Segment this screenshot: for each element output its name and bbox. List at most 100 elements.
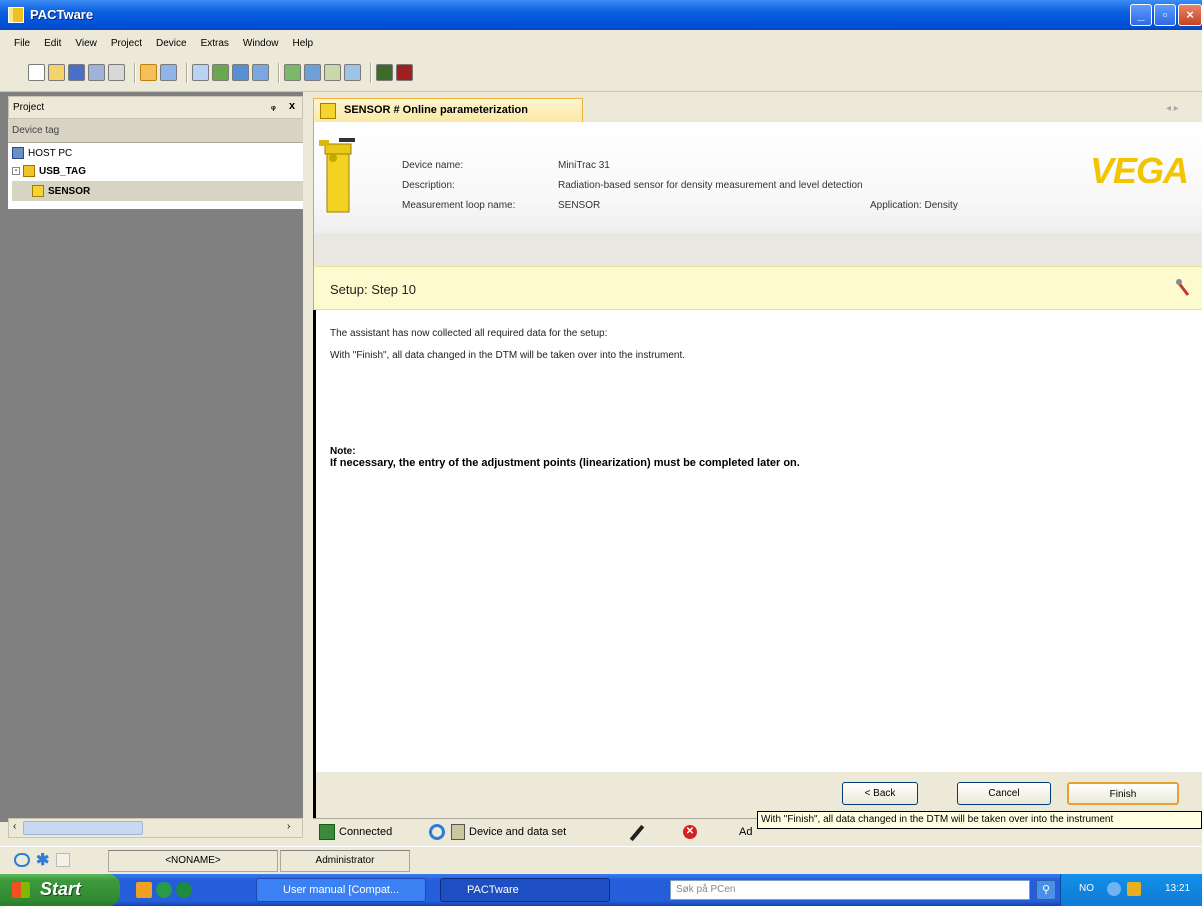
language-indicator[interactable]: NO (1079, 883, 1094, 894)
menu-device[interactable]: Device (156, 38, 187, 49)
tree-item-usb-tag[interactable]: - USB_TAG (12, 163, 86, 179)
stop-icon[interactable] (396, 64, 413, 81)
step-title: Setup: Step 10 (330, 282, 417, 297)
tree-item-sensor[interactable]: SENSOR (12, 181, 303, 201)
cancel-button[interactable]: Cancel (957, 782, 1051, 805)
description-value: Radiation-based sensor for density measu… (558, 180, 863, 191)
asterisk-icon[interactable]: ✱ (36, 850, 49, 870)
minimize-button[interactable]: _ (1130, 4, 1152, 26)
assistant-content: The assistant has now collected all requ… (313, 310, 1202, 772)
app-icon (8, 7, 24, 23)
tray-alert-icon[interactable] (1127, 882, 1141, 896)
loop-name-label: Measurement loop name: (402, 200, 516, 211)
start-button[interactable]: Start (0, 874, 120, 906)
application-label: Application: Density (870, 200, 958, 211)
collapse-icon[interactable]: - (12, 167, 20, 175)
device-image (319, 138, 355, 213)
disconnect-icon[interactable] (160, 64, 177, 81)
simulation-icon[interactable] (324, 64, 341, 81)
user-cell: Administrator (280, 850, 410, 872)
settings-icon[interactable] (344, 64, 361, 81)
usb-icon (23, 165, 35, 177)
content-line-2: With "Finish", all data changed in the D… (330, 350, 686, 361)
system-tray: NO 13:21 (1060, 874, 1202, 906)
diagnosis-icon[interactable] (304, 64, 321, 81)
content-line-1: The assistant has now collected all requ… (330, 328, 608, 339)
browser-icon[interactable] (156, 882, 172, 898)
measured-value-icon[interactable] (252, 64, 269, 81)
project-panel-header: Project ᵩ x (8, 96, 303, 119)
project-tree: HOST PC - USB_TAG SENSOR (8, 143, 303, 209)
tree-item-label: HOST PC (28, 147, 73, 159)
connected-icon (319, 824, 335, 840)
device-tag-header[interactable]: Device tag (8, 119, 303, 143)
close-panel-icon[interactable]: x (289, 100, 295, 112)
close-button[interactable]: × (1178, 4, 1202, 26)
user-status: Ad (739, 826, 753, 838)
connect-all-icon[interactable] (14, 853, 30, 867)
connected-status: Connected (339, 826, 393, 838)
menu-view[interactable]: View (75, 38, 97, 49)
project-scrollbar[interactable]: ‹ › (8, 818, 303, 838)
device-name-label: Device name: (402, 160, 464, 171)
toolbar (0, 56, 1202, 92)
loop-name-value: SENSOR (558, 200, 601, 211)
computer-icon (12, 147, 24, 159)
tree-item-label: SENSOR (48, 185, 91, 197)
scroll-left-icon[interactable]: ‹ (13, 821, 16, 832)
vega-logo: VEGA (1090, 150, 1189, 191)
catalog-icon[interactable] (376, 64, 393, 81)
bottom-bar: ✱ <NONAME> Administrator (0, 846, 1202, 874)
scroll-thumb[interactable] (23, 821, 143, 835)
menu-file[interactable]: File (14, 38, 30, 49)
tab-label: SENSOR # Online parameterization (344, 104, 528, 116)
sync-icon (429, 824, 445, 840)
print-icon[interactable] (88, 64, 105, 81)
sensor-tab-icon (320, 103, 336, 119)
device-header: Device name: MiniTrac 31 Description: Ra… (313, 122, 1202, 233)
open-icon[interactable] (48, 64, 65, 81)
clock: 13:21 (1165, 883, 1191, 894)
print-preview-icon[interactable] (108, 64, 125, 81)
search-icon[interactable]: ⚲ (1036, 880, 1056, 900)
note-text: If necessary, the entry of the adjustmen… (330, 457, 800, 469)
task-user-manual[interactable]: User manual [Compat... (256, 878, 426, 902)
device-data-icon (451, 824, 465, 840)
step-header: Setup: Step 10 (313, 266, 1202, 310)
connect-icon[interactable] (140, 64, 157, 81)
save-icon[interactable] (68, 64, 85, 81)
tree-item-host-pc[interactable]: HOST PC (12, 145, 72, 161)
tray-icon[interactable] (1107, 882, 1121, 896)
back-button[interactable]: < Back (842, 782, 918, 805)
quicklaunch-icon[interactable] (136, 882, 152, 898)
menu-extras[interactable]: Extras (201, 38, 229, 49)
search-input[interactable]: Søk på PCen (670, 880, 1030, 900)
project-panel-title: Project (13, 102, 45, 113)
device-data-status: Device and data set (469, 826, 567, 838)
menu-project[interactable]: Project (111, 38, 142, 49)
device-name-value: MiniTrac 31 (558, 160, 610, 171)
device-tag-label: Device tag (12, 125, 60, 136)
tab-sensor-online-parameterization[interactable]: SENSOR # Online parameterization (313, 98, 583, 122)
task-pactware[interactable]: PACTware (440, 878, 610, 902)
menu-help[interactable]: Help (292, 38, 313, 49)
window-title: PACTware (30, 7, 94, 22)
title-bar[interactable]: PACTware _ ▫ × (0, 0, 1202, 30)
finish-button[interactable]: Finish (1067, 782, 1179, 805)
sensor-icon (32, 185, 44, 197)
finish-tooltip: With "Finish", all data changed in the D… (757, 811, 1202, 829)
separator-strip (313, 233, 1202, 266)
browser-alt-icon[interactable] (176, 882, 192, 898)
pin-icon[interactable]: ᵩ (271, 101, 276, 112)
window-icon[interactable] (192, 64, 209, 81)
upload-icon[interactable] (212, 64, 229, 81)
menu-window[interactable]: Window (243, 38, 279, 49)
parameter-icon[interactable] (284, 64, 301, 81)
menu-edit[interactable]: Edit (44, 38, 61, 49)
maximize-button[interactable]: ▫ (1154, 4, 1176, 26)
wrench-icon[interactable] (1176, 279, 1190, 297)
new-icon[interactable] (28, 64, 45, 81)
tab-nav-arrows[interactable]: ◂ ▸ (1166, 103, 1179, 114)
scroll-right-icon[interactable]: › (287, 821, 290, 832)
download-icon[interactable] (232, 64, 249, 81)
